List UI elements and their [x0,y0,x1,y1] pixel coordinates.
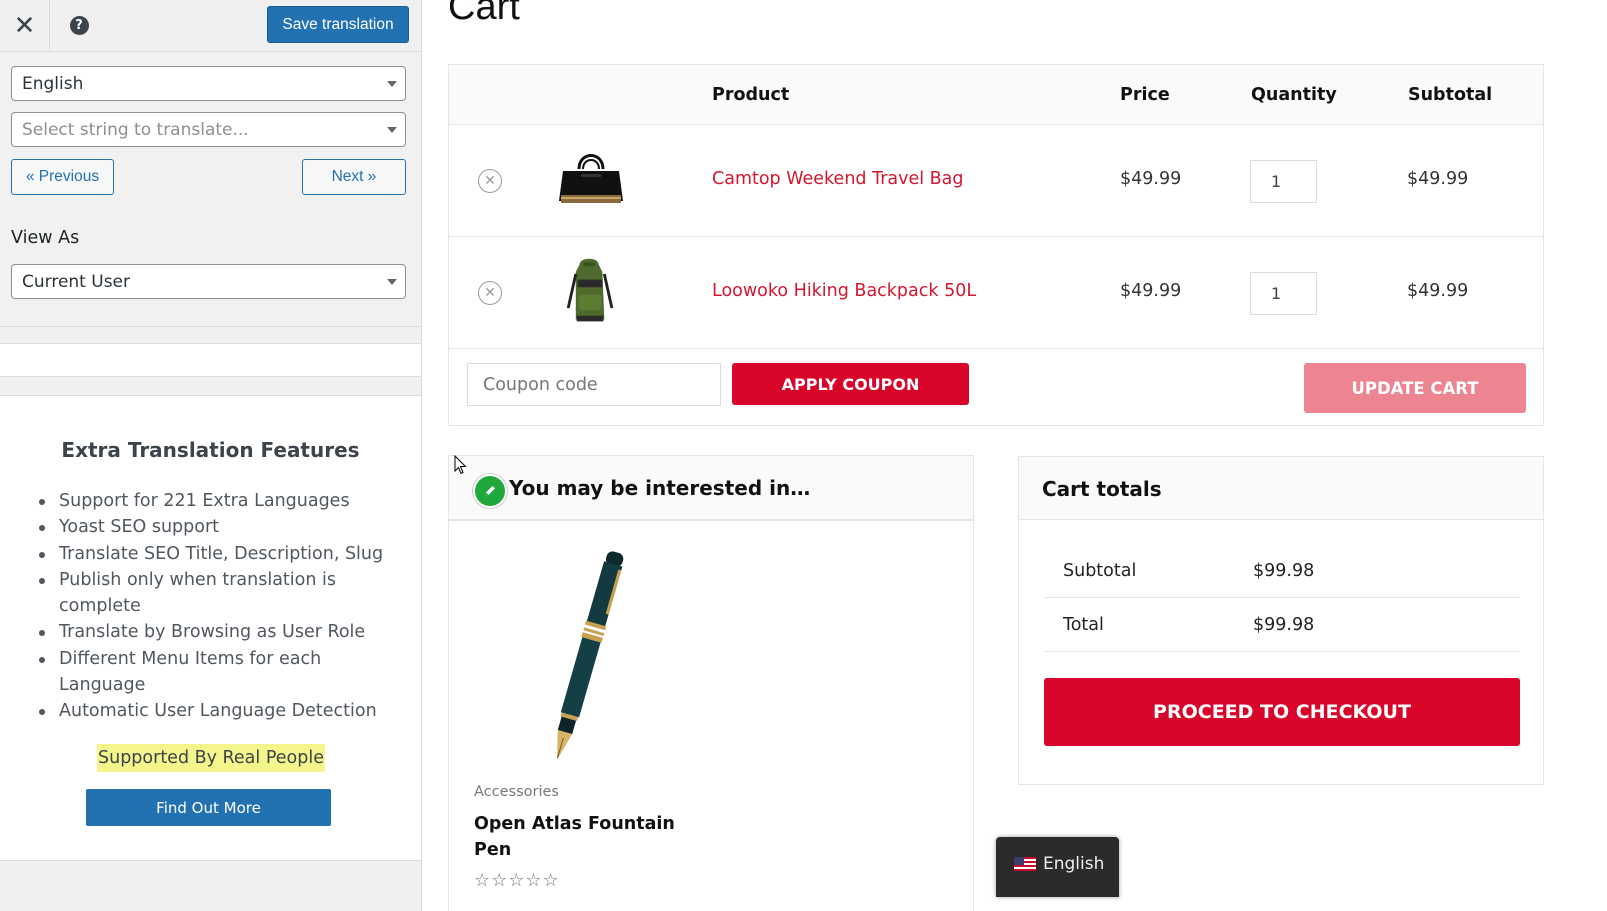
coupon-code-input[interactable]: Coupon code [467,363,721,406]
chevron-down-icon [387,279,397,285]
page-title: Cart [448,0,520,28]
feature-item: Different Menu Items for each Language [39,646,399,699]
supported-highlight: Supported By Real People [97,744,325,772]
backpack-image[interactable] [553,253,629,329]
subtotal-value: $99.98 [1253,560,1315,581]
product-link[interactable]: Loowoko Hiking Backpack 50L [712,281,976,301]
totals-row-total: Total $99.98 [1044,598,1520,652]
quantity-input[interactable]: 1 [1250,160,1317,203]
panel-divider [0,326,421,344]
remove-item-icon[interactable]: ✕ [478,281,502,305]
feature-item: Translate by Browsing as User Role [39,619,399,645]
string-select-placeholder: Select string to translate... [22,119,249,140]
language-select[interactable]: English [11,66,406,101]
product-subtotal: $49.99 [1407,169,1469,189]
pencil-glyph [485,486,495,496]
chevron-down-icon [387,81,397,87]
cart-totals-header: Cart totals [1019,457,1543,520]
string-select[interactable]: Select string to translate... [11,112,406,147]
cross-sells-title: You may be interested in… [509,475,811,500]
mouse-cursor-icon [454,455,467,475]
view-as-select[interactable]: Current User [11,264,406,299]
apply-coupon-button[interactable]: APPLY COUPON [732,363,969,405]
cart-table-header: Product Price Quantity Subtotal [449,65,1543,125]
cross-sells-box: You may be interested in… Accessories Op… [448,455,974,911]
panel-empty-strip [0,344,421,376]
remove-item-icon[interactable]: ✕ [478,169,502,193]
product-category: Accessories [474,784,559,800]
panel-toolbar: ✕ ? Save translation [0,0,421,52]
next-button[interactable]: Next » [302,159,406,195]
view-as-select-value: Current User [22,271,131,292]
table-row: ✕ Camtop Weekend Travel Bag $49.99 1 $49… [449,125,1543,237]
table-row: ✕ Loowoko Hiking Backpack 50L $49.99 1 $… [449,237,1543,349]
chevron-down-icon [387,127,397,133]
us-flag-icon [1014,857,1036,871]
feature-item: Publish only when translation is complet… [39,567,399,620]
quantity-input[interactable]: 1 [1250,272,1317,315]
proceed-to-checkout-button[interactable]: PROCEED TO CHECKOUT [1044,678,1520,746]
travel-bag-image[interactable] [553,143,629,219]
language-select-value: English [22,73,84,94]
cart-totals-title: Cart totals [1042,476,1162,501]
column-header-product: Product [712,85,790,105]
translation-panel: ✕ ? Save translation English Select stri… [0,0,422,911]
find-out-more-button[interactable]: Find Out More [86,789,331,826]
panel-divider [0,376,421,396]
product-price: $49.99 [1120,281,1182,301]
feature-list: Support for 221 Extra Languages Yoast SE… [39,488,399,725]
feature-item: Support for 221 Extra Languages [39,488,399,514]
totals-row-subtotal: Subtotal $99.98 [1044,544,1520,598]
product-subtotal: $49.99 [1407,281,1469,301]
product-link[interactable]: Camtop Weekend Travel Bag [712,169,964,189]
column-header-subtotal: Subtotal [1408,85,1493,105]
cross-sells-header: You may be interested in… [449,456,973,521]
column-header-price: Price [1120,85,1170,105]
help-button[interactable]: ? [66,12,92,38]
column-header-quantity: Quantity [1251,85,1337,105]
cart-totals-box: Cart totals Subtotal $99.98 Total $99.98… [1018,456,1544,785]
pencil-icon[interactable] [473,474,507,508]
view-as-label: View As [11,228,80,248]
product-price: $49.99 [1120,169,1182,189]
close-icon[interactable]: ✕ [0,0,50,51]
subtotal-label: Subtotal [1063,560,1137,581]
previous-button[interactable]: « Previous [11,159,114,195]
language-switcher[interactable]: English [996,837,1119,897]
save-translation-button[interactable]: Save translation [267,6,409,43]
feature-item: Yoast SEO support [39,514,399,540]
star-rating: ☆☆☆☆☆ [474,870,560,891]
product-title-link[interactable]: Open Atlas Fountain Pen [474,811,694,863]
cart-table: Product Price Quantity Subtotal ✕ Camtop… [448,64,1544,426]
help-icon: ? [69,15,89,35]
feature-item: Automatic User Language Detection [39,698,399,724]
total-label: Total [1063,614,1104,635]
feature-item: Translate SEO Title, Description, Slug [39,541,399,567]
language-switcher-label: English [1043,854,1105,874]
fountain-pen-image[interactable] [541,546,631,768]
panel-footer [0,860,421,911]
total-value: $99.98 [1253,614,1315,635]
update-cart-button[interactable]: UPDATE CART [1304,363,1526,413]
promo-title: Extra Translation Features [61,438,360,462]
